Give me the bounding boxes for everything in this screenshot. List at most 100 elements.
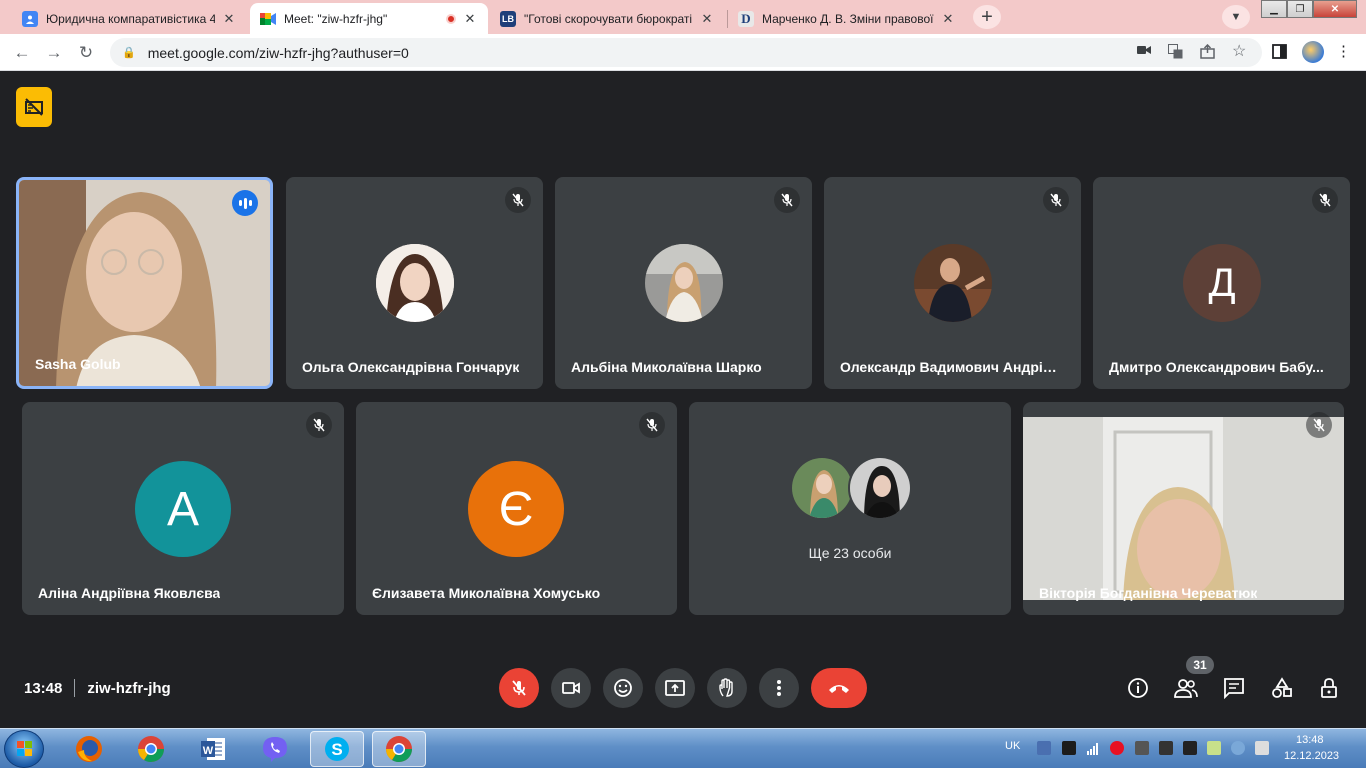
forward-arrow-icon[interactable]: → xyxy=(42,41,66,65)
translate-icon[interactable] xyxy=(1168,44,1183,62)
browser-toolbar: ← → ↻ 🔒 meet.google.com/ziw-hzfr-jhg?aut… xyxy=(0,34,1366,71)
participant-letter-avatar: А xyxy=(135,461,231,557)
tab-title: Юридична компаративістика 4 xyxy=(46,11,215,26)
reload-icon[interactable]: ↻ xyxy=(74,41,98,65)
classroom-favicon-icon xyxy=(22,10,38,27)
chat-icon xyxy=(1224,678,1244,699)
camera-toggle-button[interactable] xyxy=(551,668,591,708)
mic-off-icon xyxy=(512,680,526,696)
info-icon xyxy=(1128,678,1148,698)
minimize-button[interactable]: ▁ xyxy=(1261,0,1287,18)
lb-favicon-icon: LB xyxy=(500,10,516,27)
firefox-taskbar-icon[interactable] xyxy=(62,731,116,767)
tab-close-icon[interactable]: ✕ xyxy=(699,11,715,27)
people-button[interactable] xyxy=(1170,672,1202,704)
tab-close-icon[interactable]: ✕ xyxy=(940,11,956,27)
divider xyxy=(74,679,76,697)
participant-name: Аліна Андріївна Яковлєва xyxy=(38,585,221,601)
others-tile[interactable]: Ще 23 особи xyxy=(689,402,1011,615)
host-controls-button[interactable] xyxy=(1314,672,1346,704)
participant-tile-sasha-golub[interactable]: Sasha Golub xyxy=(16,177,273,389)
lock-icon: 🔒 xyxy=(122,47,136,59)
activities-button[interactable] xyxy=(1266,672,1298,704)
tray-app-icon[interactable] xyxy=(1037,741,1051,755)
speaking-indicator-icon xyxy=(232,190,258,216)
reactions-button[interactable] xyxy=(603,668,643,708)
tray-app-icon[interactable] xyxy=(1159,741,1173,755)
volume-tray-icon[interactable] xyxy=(1255,741,1269,755)
skype-taskbar-icon[interactable]: S xyxy=(310,731,364,767)
bookmark-star-icon[interactable]: ☆ xyxy=(1232,41,1246,61)
participant-tile-yelyzaveta[interactable]: Є Єлизавета Миколаївна Хомусько xyxy=(356,402,677,615)
address-bar[interactable]: 🔒 meet.google.com/ziw-hzfr-jhg?authuser=… xyxy=(110,38,1262,67)
leave-call-button[interactable] xyxy=(811,668,867,708)
word-taskbar-icon[interactable]: W xyxy=(186,731,240,767)
tab-title: "Готові скорочувати бюрократі xyxy=(524,11,693,26)
language-indicator[interactable]: UK xyxy=(1005,740,1020,752)
close-window-button[interactable]: ✕ xyxy=(1313,0,1357,18)
recording-indicator-icon xyxy=(446,13,456,24)
network-tray-icon[interactable] xyxy=(1231,741,1245,755)
tab-meet[interactable]: Meet: "ziw-hzfr-jhg" ✕ xyxy=(250,3,488,34)
participant-tile-dmytro[interactable]: Д Дмитро Олександрович Бабу... xyxy=(1093,177,1350,389)
tab-close-icon[interactable]: ✕ xyxy=(462,11,478,27)
svg-text:S: S xyxy=(331,740,342,759)
tab-lb-article[interactable]: LB "Готові скорочувати бюрократі ✕ xyxy=(490,3,725,34)
participant-tile-oleksandr[interactable]: Олександр Вадимович Андріяш xyxy=(824,177,1081,389)
participant-avatar xyxy=(645,244,723,322)
browser-tab-strip: Юридична компаративістика 4 ✕ Meet: "ziw… xyxy=(0,0,1366,34)
tab-marchenko[interactable]: D Марченко Д. В. Зміни правової ✕ xyxy=(728,3,966,34)
tray-app-icon[interactable] xyxy=(1183,741,1197,755)
tab-close-icon[interactable]: ✕ xyxy=(221,11,237,27)
mic-toggle-button[interactable] xyxy=(499,668,539,708)
present-screen-button[interactable] xyxy=(655,668,695,708)
maximize-button[interactable]: ❐ xyxy=(1287,0,1313,18)
new-tab-button[interactable]: + xyxy=(973,5,1001,29)
participant-tile-viktoriia[interactable]: Вікторія Богданівна Череватюк xyxy=(1023,402,1344,615)
alert-tray-icon[interactable] xyxy=(1110,741,1124,755)
svg-text:W: W xyxy=(203,745,214,757)
participant-tile-olha[interactable]: Ольга Олександрівна Гончарук xyxy=(286,177,543,389)
taskbar-clock-time[interactable]: 13:48 xyxy=(1296,734,1324,746)
mic-off-icon xyxy=(1043,187,1069,213)
dropbox-tray-icon[interactable] xyxy=(1062,741,1076,755)
d-favicon-icon: D xyxy=(738,10,754,27)
profile-avatar[interactable] xyxy=(1302,41,1324,63)
windows-logo-icon xyxy=(17,741,32,756)
more-vert-icon xyxy=(777,680,781,696)
signal-strength-icon[interactable] xyxy=(1086,741,1100,755)
hang-up-icon xyxy=(829,685,849,693)
tray-app-icon[interactable] xyxy=(1207,741,1221,755)
tray-app-icon[interactable] xyxy=(1135,741,1149,755)
tab-search-chevron-icon[interactable]: ▼ xyxy=(1222,5,1250,29)
tab-comparative-law[interactable]: Юридична компаративістика 4 ✕ xyxy=(12,3,247,34)
participant-name: Альбіна Миколаївна Шарко xyxy=(571,359,762,375)
more-options-button[interactable] xyxy=(759,668,799,708)
back-arrow-icon[interactable]: ← xyxy=(10,41,34,65)
viber-taskbar-icon[interactable] xyxy=(248,731,302,767)
meeting-details-button[interactable] xyxy=(1122,672,1154,704)
participant-tile-albina[interactable]: Альбіна Миколаївна Шарко xyxy=(555,177,812,389)
no-video-feed-icon[interactable] xyxy=(16,87,52,127)
meeting-info: 13:48 ziw-hzfr-jhg xyxy=(24,679,171,697)
chrome-active-taskbar-icon[interactable] xyxy=(372,731,426,767)
chrome-taskbar-icon[interactable] xyxy=(124,731,178,767)
side-panel-icon[interactable] xyxy=(1272,44,1287,62)
raise-hand-button[interactable] xyxy=(707,668,747,708)
kebab-menu-icon[interactable]: ⋮ xyxy=(1336,42,1351,60)
share-icon[interactable] xyxy=(1200,43,1215,62)
participant-name: Вікторія Богданівна Череватюк xyxy=(1039,585,1258,601)
tab-title: Meet: "ziw-hzfr-jhg" xyxy=(284,11,388,26)
url-text: meet.google.com/ziw-hzfr-jhg?authuser=0 xyxy=(147,44,409,61)
chat-button[interactable] xyxy=(1218,672,1250,704)
people-icon xyxy=(1174,679,1198,698)
emoji-icon xyxy=(614,679,632,697)
camera-in-use-icon[interactable] xyxy=(1137,44,1151,59)
camera-icon xyxy=(562,682,580,694)
taskbar-clock-date[interactable]: 12.12.2023 xyxy=(1284,750,1339,762)
start-button[interactable] xyxy=(4,730,44,768)
mic-off-icon xyxy=(306,412,332,438)
participant-name: Олександр Вадимович Андріяш xyxy=(840,359,1060,375)
participant-tile-alina[interactable]: А Аліна Андріївна Яковлєва xyxy=(22,402,344,615)
participant-letter-avatar: Є xyxy=(468,461,564,557)
